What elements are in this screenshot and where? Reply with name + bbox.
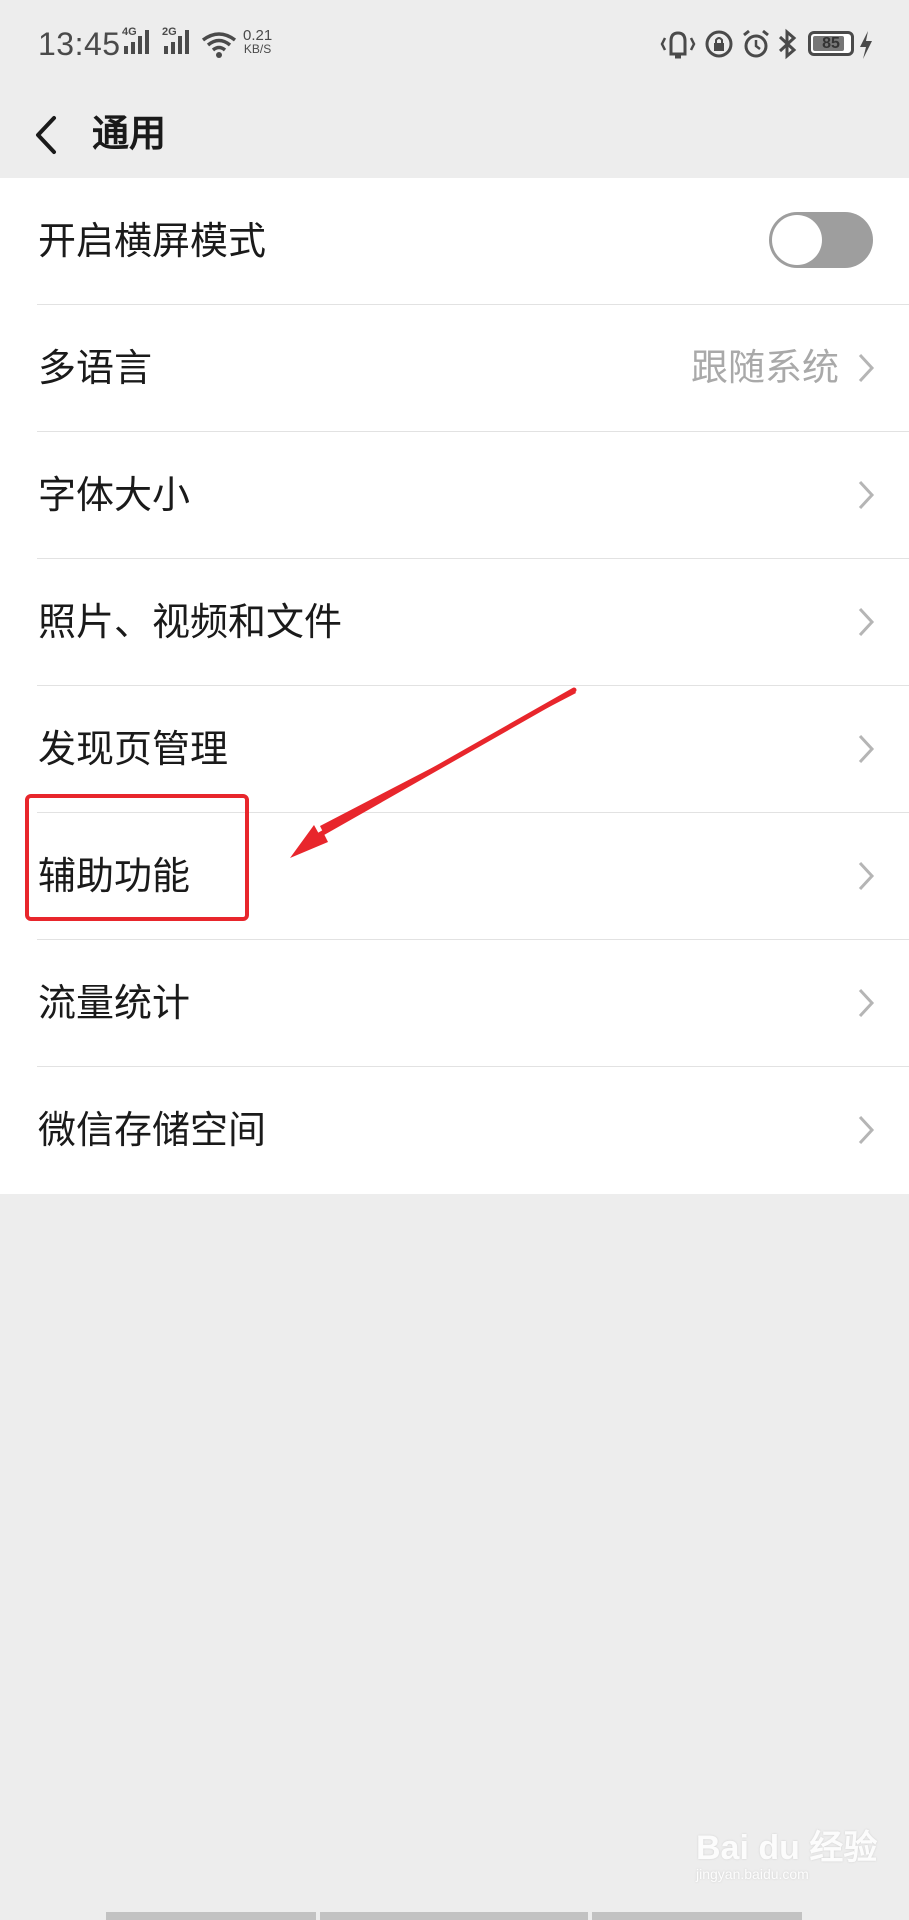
settings-item-landscape[interactable]: 开启横屏模式 bbox=[0, 178, 909, 305]
chevron-right-icon bbox=[858, 607, 875, 637]
vibrate-icon bbox=[660, 31, 696, 59]
battery-level: 85 bbox=[822, 35, 840, 52]
chevron-right-icon bbox=[858, 988, 875, 1018]
status-bar: 13:45 4G 2G 0.21 KB/S 85 bbox=[0, 0, 909, 92]
settings-item-language[interactable]: 多语言 跟随系统 bbox=[0, 305, 909, 432]
settings-item-label: 多语言 bbox=[38, 346, 153, 390]
landscape-toggle[interactable] bbox=[769, 212, 873, 268]
settings-item-label: 微信存储空间 bbox=[38, 1108, 267, 1152]
baidu-watermark-url: jingyan.baidu.com bbox=[696, 1866, 809, 1882]
lock-rotation-icon bbox=[705, 30, 733, 58]
back-button[interactable] bbox=[26, 100, 66, 170]
chevron-right-icon bbox=[858, 1115, 875, 1145]
chevron-right-icon bbox=[858, 861, 875, 891]
status-time: 13:45 bbox=[38, 26, 121, 62]
chevron-left-icon bbox=[36, 116, 56, 154]
nav-hint-bar bbox=[592, 1912, 802, 1920]
nav-hint-bar bbox=[106, 1912, 316, 1920]
nav-hint-bar bbox=[320, 1912, 588, 1920]
settings-item-label: 发现页管理 bbox=[38, 727, 229, 771]
settings-item-storage[interactable]: 微信存储空间 bbox=[0, 1067, 909, 1194]
speed-value: 0.21 bbox=[243, 27, 273, 44]
toggle-knob bbox=[772, 215, 822, 265]
settings-item-font-size[interactable]: 字体大小 bbox=[0, 432, 909, 559]
page-title: 通用 bbox=[92, 112, 166, 155]
speed-unit: KB/S bbox=[243, 42, 272, 56]
settings-item-value: 跟随系统 bbox=[691, 346, 839, 389]
settings-item-label: 流量统计 bbox=[38, 981, 191, 1025]
chevron-right-icon bbox=[858, 734, 875, 764]
header: 通用 bbox=[0, 92, 909, 179]
settings-item-label: 开启横屏模式 bbox=[38, 219, 267, 263]
chevron-right-icon bbox=[858, 353, 875, 383]
battery-icon: 85 bbox=[808, 31, 854, 56]
settings-item-data-usage[interactable]: 流量统计 bbox=[0, 940, 909, 1067]
baidu-watermark: Bai du 经验 bbox=[696, 1829, 878, 1867]
wifi-icon bbox=[201, 32, 237, 58]
settings-item-media[interactable]: 照片、视频和文件 bbox=[0, 559, 909, 686]
settings-item-label: 字体大小 bbox=[38, 473, 191, 517]
annotation-highlight-box bbox=[25, 794, 249, 921]
settings-item-label: 照片、视频和文件 bbox=[38, 600, 343, 644]
charging-icon bbox=[860, 31, 872, 59]
network-speed: 0.21 KB/S bbox=[243, 28, 272, 56]
bluetooth-icon bbox=[778, 28, 797, 60]
chevron-right-icon bbox=[858, 480, 875, 510]
settings-list: 开启横屏模式 多语言 跟随系统 字体大小 照片、视频和文件 发现页管理 辅助功能… bbox=[0, 178, 909, 1194]
alarm-icon bbox=[743, 29, 769, 58]
